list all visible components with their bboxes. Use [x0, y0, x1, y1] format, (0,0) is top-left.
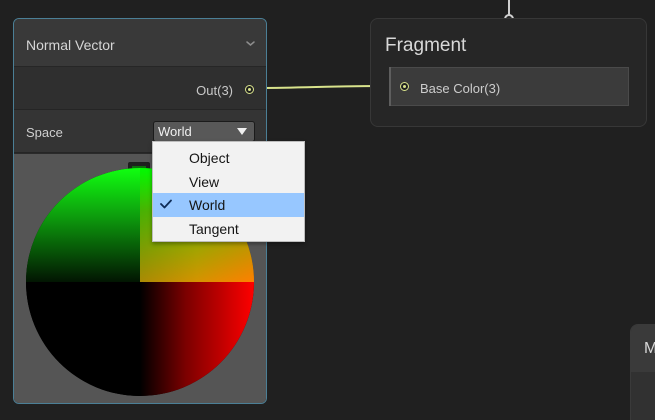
- space-dropdown-menu[interactable]: Object View World Tangent: [152, 141, 305, 242]
- checkmark-icon: [160, 199, 172, 209]
- dropdown-option-tangent[interactable]: Tangent: [153, 217, 304, 241]
- dropdown-arrow-icon: [237, 128, 247, 135]
- normal-vector-title: Normal Vector: [26, 37, 115, 53]
- dropdown-option-label: Tangent: [189, 221, 239, 237]
- dropdown-option-label: World: [189, 197, 226, 213]
- fragment-slot-divider: [389, 67, 391, 106]
- space-label: Space: [26, 125, 63, 140]
- fragment-base-color-slot[interactable]: Base Color(3): [389, 67, 629, 106]
- partial-node-header: M: [631, 325, 655, 372]
- dropdown-option-label: View: [189, 174, 220, 190]
- dropdown-option-world[interactable]: World: [153, 193, 304, 217]
- fragment-title: Fragment: [385, 35, 467, 56]
- output-row: Out(3): [14, 67, 266, 110]
- dropdown-option-view[interactable]: View: [153, 170, 304, 194]
- fragment-node[interactable]: Fragment Base Color(3): [370, 18, 647, 127]
- sphere-quadrant-bottom-right: [140, 282, 254, 396]
- space-select[interactable]: World: [153, 121, 255, 142]
- dropdown-option-object[interactable]: Object: [153, 146, 304, 170]
- partial-node-title: M: [644, 340, 655, 357]
- sphere-quadrant-top-left: [26, 168, 140, 282]
- base-color-label: Base Color(3): [420, 81, 501, 96]
- output-label: Out(3): [196, 83, 233, 98]
- space-select-value: World: [158, 124, 192, 139]
- dropdown-option-label: Object: [189, 150, 230, 166]
- partial-node-right[interactable]: M: [630, 324, 655, 420]
- normal-vector-header[interactable]: Normal Vector: [14, 19, 266, 67]
- sphere-quadrant-bottom-left: [26, 282, 140, 396]
- base-color-input-port[interactable]: [400, 82, 409, 91]
- output-port[interactable]: [245, 85, 254, 94]
- shader-graph-canvas[interactable]: Normal Vector Out(3) Space World Fragmen…: [0, 0, 655, 420]
- chevron-down-icon[interactable]: [245, 38, 256, 49]
